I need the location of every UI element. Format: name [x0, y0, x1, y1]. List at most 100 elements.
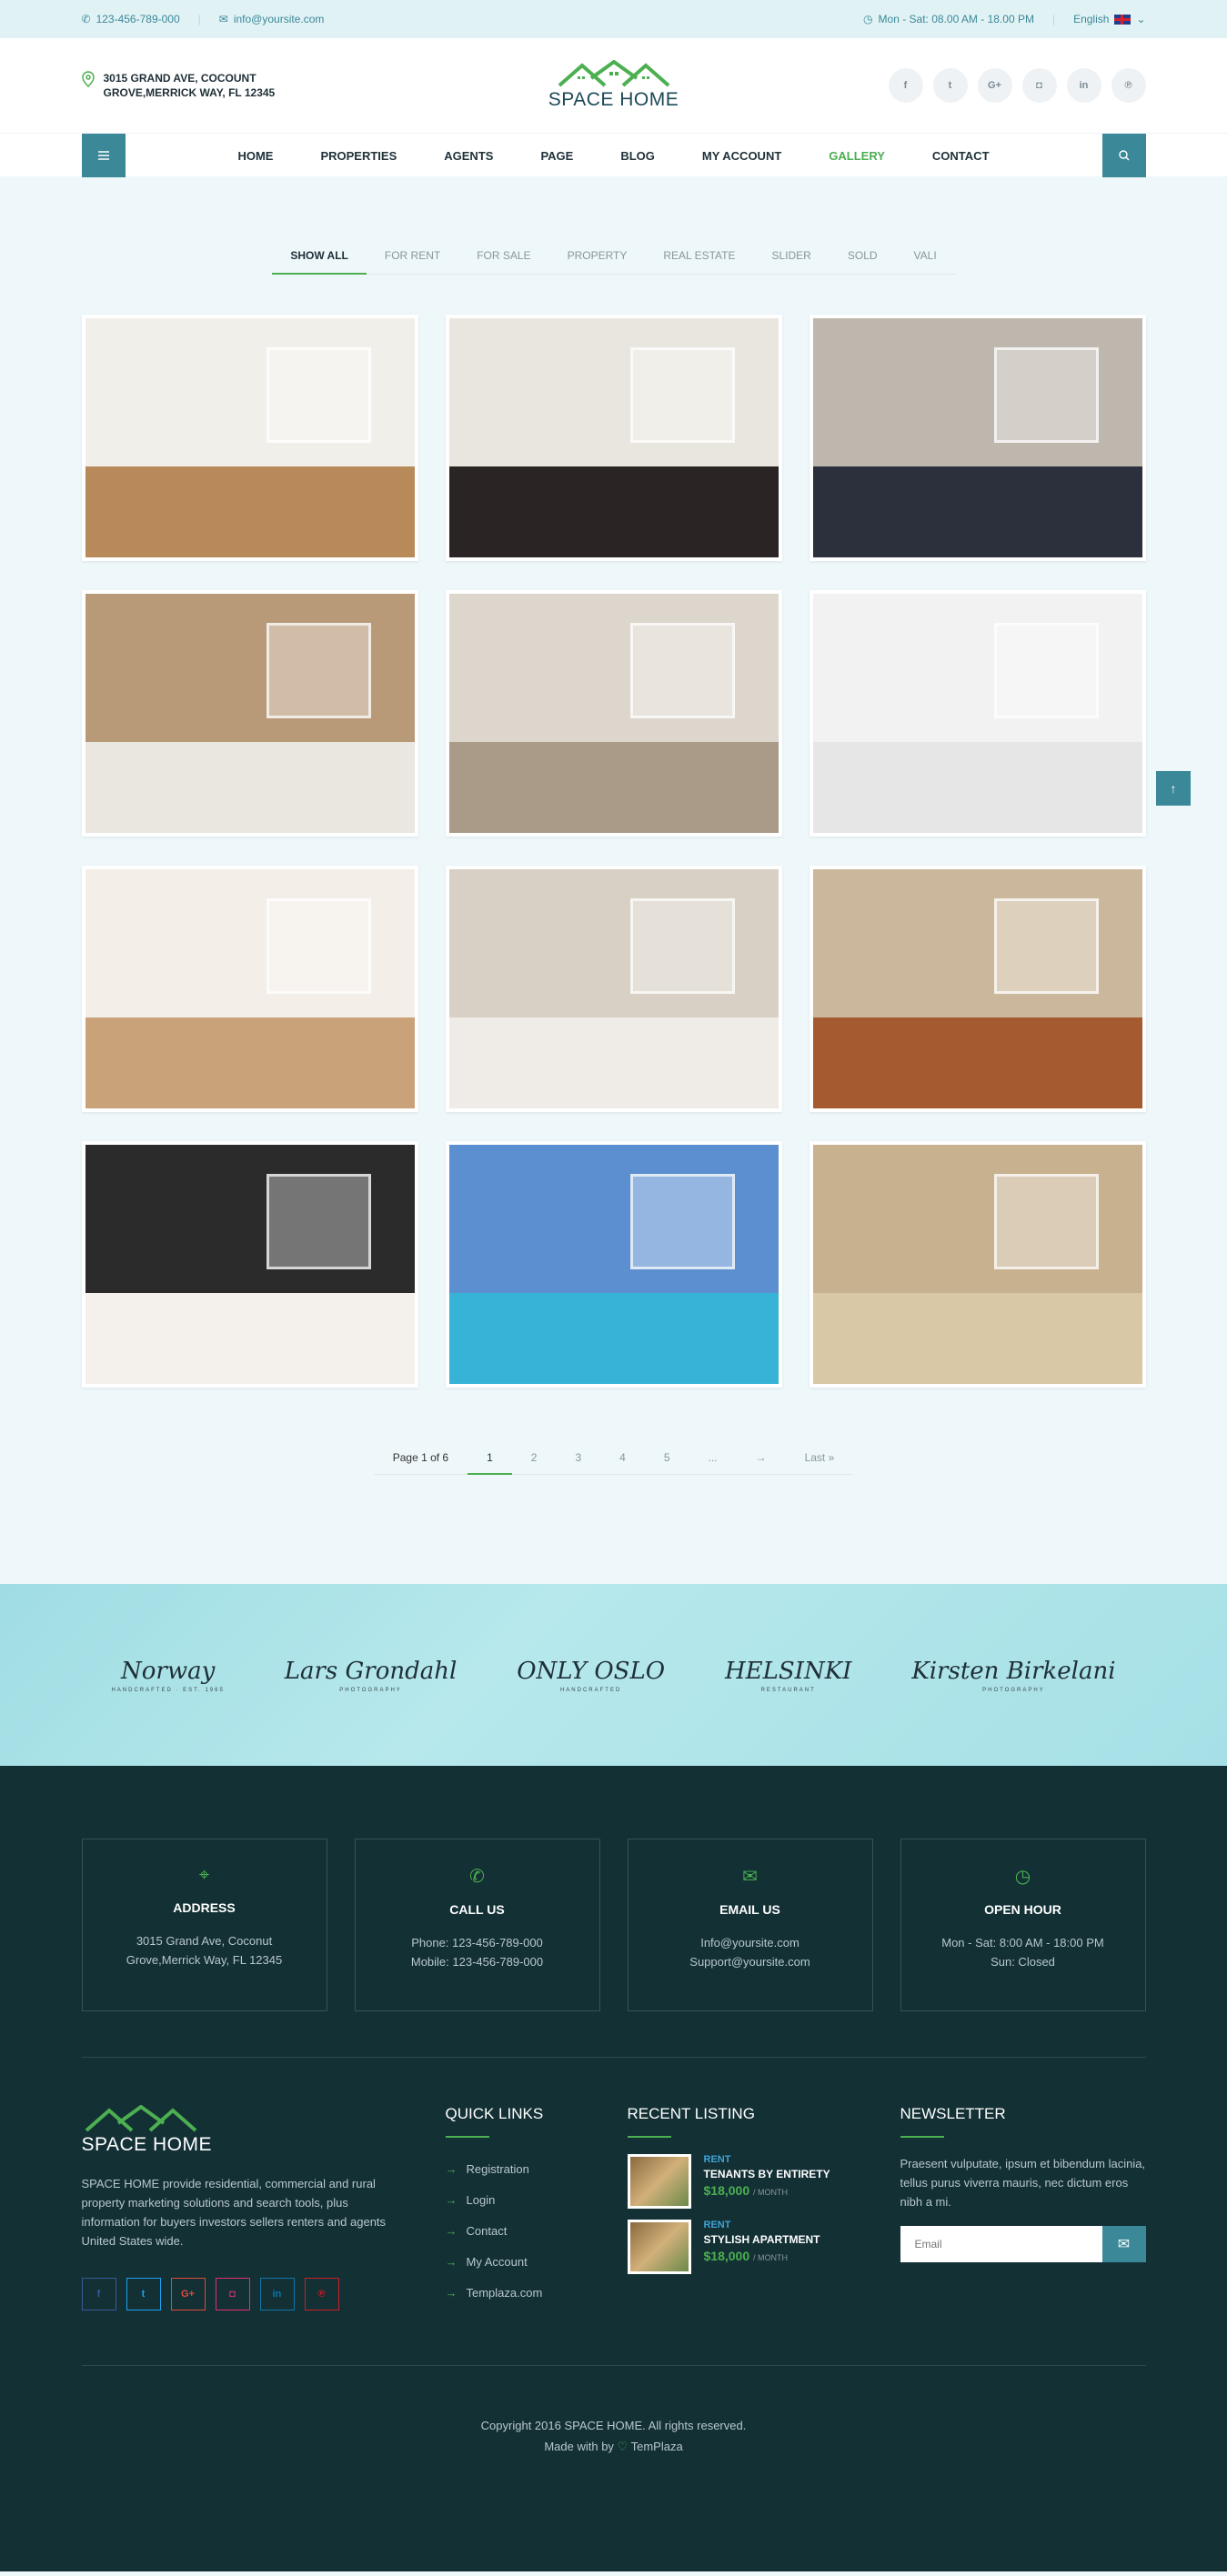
- page-link[interactable]: 3: [556, 1451, 600, 1474]
- quick-link[interactable]: Registration: [446, 2154, 628, 2185]
- page-link[interactable]: 1: [468, 1451, 512, 1475]
- clock-icon: ◷: [863, 13, 873, 25]
- white-lounge-photo[interactable]: [445, 866, 782, 1112]
- footer-logo[interactable]: SPACE HOME: [82, 2105, 446, 2156]
- study-room-photo[interactable]: [81, 315, 418, 561]
- google-plus-icon[interactable]: G+: [170, 2278, 206, 2310]
- envelope-icon: ✉: [1117, 2237, 1131, 2252]
- newsletter-submit-button[interactable]: ✉: [1101, 2226, 1146, 2262]
- linkedin-icon[interactable]: in: [259, 2278, 295, 2310]
- filter-tab-property[interactable]: PROPERTY: [549, 249, 646, 274]
- living-room-window-photo[interactable]: [445, 590, 782, 837]
- brand-logo: HELSINKI RESTAURANT: [725, 1658, 851, 1693]
- recent-listing-item[interactable]: RENT TENANTS BY ENTIRETY $18,000 / MONTH: [627, 2154, 900, 2209]
- templaza-link[interactable]: TemPlaza: [631, 2440, 683, 2453]
- page-link[interactable]: ...: [689, 1451, 737, 1474]
- pinterest-icon[interactable]: ℗: [1111, 68, 1146, 103]
- bathroom-photo[interactable]: [809, 590, 1146, 837]
- title-underline: [445, 2136, 489, 2138]
- brand-name: ONLY OSLO: [517, 1657, 666, 1685]
- bedroom-photo[interactable]: [445, 315, 782, 561]
- nav-menu: HOME PROPERTIES AGENTS PAGE BLOG MY ACCOUNT GA…: [126, 149, 1102, 163]
- pagination: Page 1 of 6 1 2 3 4 5... → Last »: [82, 1451, 1146, 1475]
- listing-tag: RENT: [703, 2220, 731, 2230]
- kitchen-photo[interactable]: [81, 866, 418, 1112]
- quick-link[interactable]: My Account: [446, 2247, 628, 2278]
- contact-box-address: ⌖ ADDRESS 3015 Grand Ave, Coconut Grove,Mer…: [81, 1839, 327, 2011]
- twitter-icon[interactable]: t: [932, 68, 968, 103]
- header: 3015 GRAND AVE, COCOUNT GROVE,MERRICK WA…: [0, 38, 1227, 133]
- page-link[interactable]: →: [737, 1451, 786, 1474]
- logo-houses-icon: [558, 60, 669, 87]
- filter-tab-slider[interactable]: SLIDER: [754, 249, 830, 274]
- search-button[interactable]: [1101, 134, 1146, 177]
- photo-window: [629, 346, 736, 443]
- quick-link[interactable]: Contact: [446, 2216, 628, 2247]
- linkedin-icon[interactable]: in: [1066, 68, 1101, 103]
- logo-houses-icon: [85, 2105, 196, 2132]
- brand-subtitle: HANDCRAFTED: [559, 1687, 622, 1693]
- email-contact[interactable]: ✉ info@yoursite.com: [219, 13, 325, 25]
- nav-item-home[interactable]: HOME: [214, 149, 297, 163]
- nav-item-blog[interactable]: BLOG: [597, 149, 679, 163]
- filter-tab-for-rent[interactable]: FOR RENT: [367, 249, 458, 274]
- menu-toggle-button[interactable]: [81, 134, 126, 177]
- listing-period: / MONTH: [753, 2188, 788, 2197]
- language-selector[interactable]: English ⌄: [1073, 13, 1145, 25]
- nav-item-contact[interactable]: CONTACT: [909, 149, 1013, 163]
- photo-window: [993, 897, 1100, 994]
- twitter-icon[interactable]: t: [126, 2278, 161, 2310]
- zebra-bedroom-photo[interactable]: [81, 1141, 418, 1388]
- page-link[interactable]: 4: [600, 1451, 645, 1474]
- classic-bedroom-photo[interactable]: [809, 1141, 1146, 1388]
- page-link[interactable]: 2: [512, 1451, 557, 1474]
- instagram-icon[interactable]: ◘: [215, 2278, 250, 2310]
- listing-thumbnail: [627, 2220, 691, 2274]
- quick-links-title: QUICK LINKS: [445, 2105, 544, 2122]
- filter-tab-show-all[interactable]: SHOW ALL: [272, 249, 367, 275]
- photo-floor: [448, 1017, 779, 1108]
- divider: |: [1051, 13, 1056, 25]
- filter-tab-real-estate[interactable]: REAL ESTATE: [645, 249, 753, 274]
- heart-icon: ♡: [617, 2440, 629, 2453]
- listing-price: $18,000: [703, 2183, 750, 2198]
- brand-subtitle: PHOTOGRAPHY: [339, 1687, 402, 1693]
- dining-room-photo[interactable]: [809, 866, 1146, 1112]
- clock-icon: ◷: [1014, 1867, 1031, 1887]
- back-to-top-button[interactable]: ↑: [1156, 771, 1191, 806]
- partner-brands: Norway HANDCRAFTED · EST. 1965 Lars Gronda…: [0, 1584, 1227, 1766]
- bedroom-wardrobe-photo[interactable]: [81, 590, 418, 837]
- photo-floor: [448, 466, 779, 557]
- header-address: 3015 GRAND AVE, COCOUNT GROVE,MERRICK WA…: [81, 71, 355, 100]
- nav-item-agents[interactable]: AGENTS: [420, 149, 517, 163]
- quick-link[interactable]: Login: [446, 2185, 628, 2216]
- filter-tab-sold[interactable]: SOLD: [830, 249, 896, 274]
- page-link[interactable]: 5: [645, 1451, 689, 1474]
- recent-listing-item[interactable]: RENT STYLISH APARTMENT $18,000 / MONTH: [627, 2220, 900, 2274]
- instagram-icon[interactable]: ◘: [1021, 68, 1057, 103]
- newsletter-text: Praesent vulputate, ipsum et bibendum la…: [900, 2157, 1146, 2209]
- filter-tab-vali[interactable]: VALI: [896, 249, 955, 274]
- map-pin-icon: [81, 71, 95, 91]
- facebook-icon[interactable]: f: [888, 68, 923, 103]
- newsletter-email-input[interactable]: [900, 2226, 1102, 2262]
- living-room-gray-photo[interactable]: [809, 315, 1146, 561]
- google-plus-icon[interactable]: G+: [977, 68, 1012, 103]
- page-link[interactable]: Last »: [786, 1451, 854, 1474]
- filter-tab-for-sale[interactable]: FOR SALE: [458, 249, 548, 274]
- gallery-filters: SHOW ALL FOR RENT FOR SALE PROPERTY REAL EST…: [82, 249, 1146, 275]
- gallery-section: ↑ SHOW ALL FOR RENT FOR SALE PROPERTY REAL E…: [0, 249, 1227, 1475]
- contact-box-line: Sun: Closed: [991, 1955, 1055, 1969]
- pool-photo[interactable]: [445, 1141, 782, 1388]
- site-logo[interactable]: SPACE HOME: [548, 60, 679, 111]
- nav-item-gallery[interactable]: GALLERY: [805, 149, 909, 163]
- facebook-icon[interactable]: f: [81, 2278, 116, 2310]
- pinterest-icon[interactable]: ℗: [304, 2278, 339, 2310]
- phone-contact[interactable]: ✆ 123-456-789-000: [82, 13, 180, 25]
- nav-item-properties[interactable]: PROPERTIES: [297, 149, 420, 163]
- nav-item-page[interactable]: PAGE: [517, 149, 597, 163]
- chevron-down-icon: ⌄: [1136, 13, 1146, 25]
- quick-link[interactable]: Templaza.com: [446, 2278, 628, 2309]
- nav-item-my-account[interactable]: MY ACCOUNT: [679, 149, 805, 163]
- contact-box-title: OPEN HOUR: [984, 1902, 1061, 1917]
